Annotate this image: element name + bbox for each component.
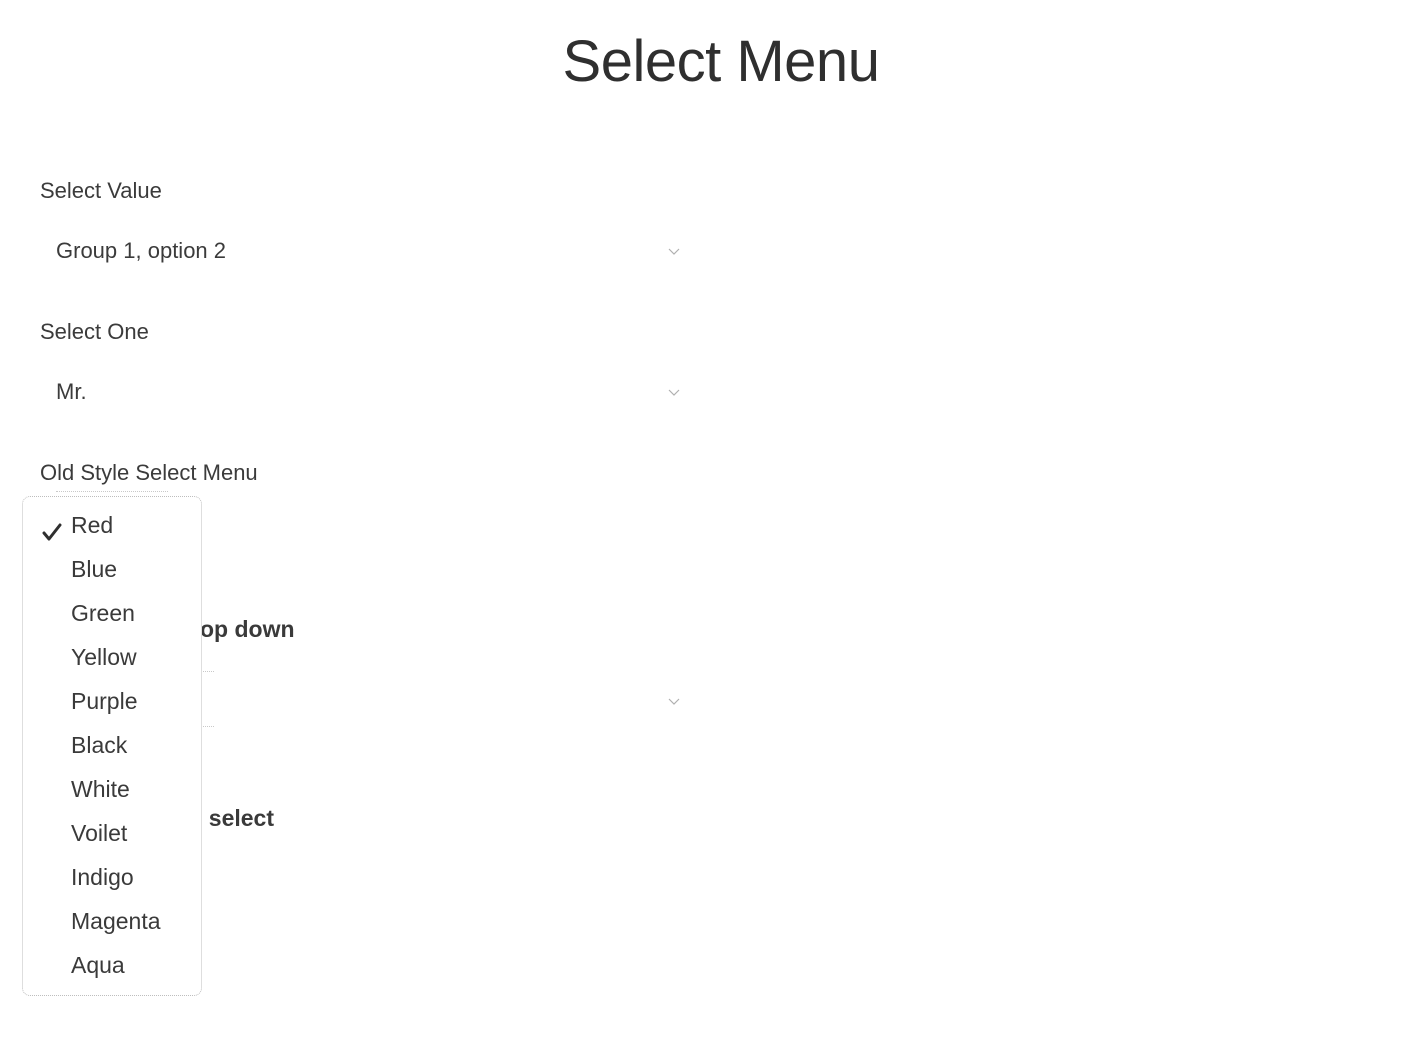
option-magenta[interactable]: Magenta bbox=[23, 901, 201, 945]
option-white[interactable]: White bbox=[23, 769, 201, 813]
standard-multi-select-label: i select bbox=[196, 805, 274, 831]
option-label: Magenta bbox=[71, 908, 161, 934]
page-title: Select Menu bbox=[562, 29, 880, 94]
option-yellow[interactable]: Yellow bbox=[23, 637, 201, 681]
select-value-dropdown[interactable]: Group 1, option 2 bbox=[40, 230, 680, 274]
divider bbox=[56, 491, 168, 492]
option-label: Red bbox=[71, 512, 114, 538]
divider bbox=[200, 671, 214, 672]
page: Select Menu Select Value Group 1, option… bbox=[0, 0, 1426, 1062]
option-label: Voilet bbox=[71, 820, 128, 846]
option-red[interactable]: Red bbox=[23, 505, 201, 549]
old-style-select-label: Old Style Select Menu bbox=[40, 460, 258, 485]
option-blue[interactable]: Blue bbox=[23, 549, 201, 593]
old-style-select-popup[interactable]: Red Blue Green Yellow Purple Black White Voilet… bbox=[22, 496, 202, 996]
chevron-down-icon bbox=[668, 389, 680, 399]
select-one-dropdown[interactable]: Mr. bbox=[40, 371, 680, 415]
checkmark-icon bbox=[41, 515, 63, 541]
select-value-label: Select Value bbox=[40, 178, 162, 203]
option-label: Green bbox=[71, 600, 135, 626]
option-black[interactable]: Black bbox=[23, 725, 201, 769]
option-aqua[interactable]: Aqua bbox=[23, 945, 201, 989]
option-label: Blue bbox=[71, 556, 118, 582]
option-voilet[interactable]: Voilet bbox=[23, 813, 201, 857]
divider bbox=[200, 726, 214, 727]
option-green[interactable]: Green bbox=[23, 593, 201, 637]
option-label: Purple bbox=[71, 688, 138, 714]
option-label: White bbox=[71, 776, 130, 802]
select-one-label: Select One bbox=[40, 319, 149, 344]
chevron-down-icon bbox=[668, 248, 680, 258]
chevron-down-icon bbox=[668, 698, 680, 708]
option-indigo[interactable]: Indigo bbox=[23, 857, 201, 901]
option-label: Aqua bbox=[71, 952, 125, 978]
option-label: Black bbox=[71, 732, 128, 758]
option-label: Yellow bbox=[71, 644, 137, 670]
multiselect-drop-down-label: op down bbox=[200, 616, 295, 642]
select-value-selected: Group 1, option 2 bbox=[56, 238, 227, 263]
option-purple[interactable]: Purple bbox=[23, 681, 201, 725]
select-one-selected: Mr. bbox=[56, 379, 87, 404]
option-list: Red Blue Green Yellow Purple Black White Voilet… bbox=[23, 505, 201, 989]
option-label: Indigo bbox=[71, 864, 134, 890]
